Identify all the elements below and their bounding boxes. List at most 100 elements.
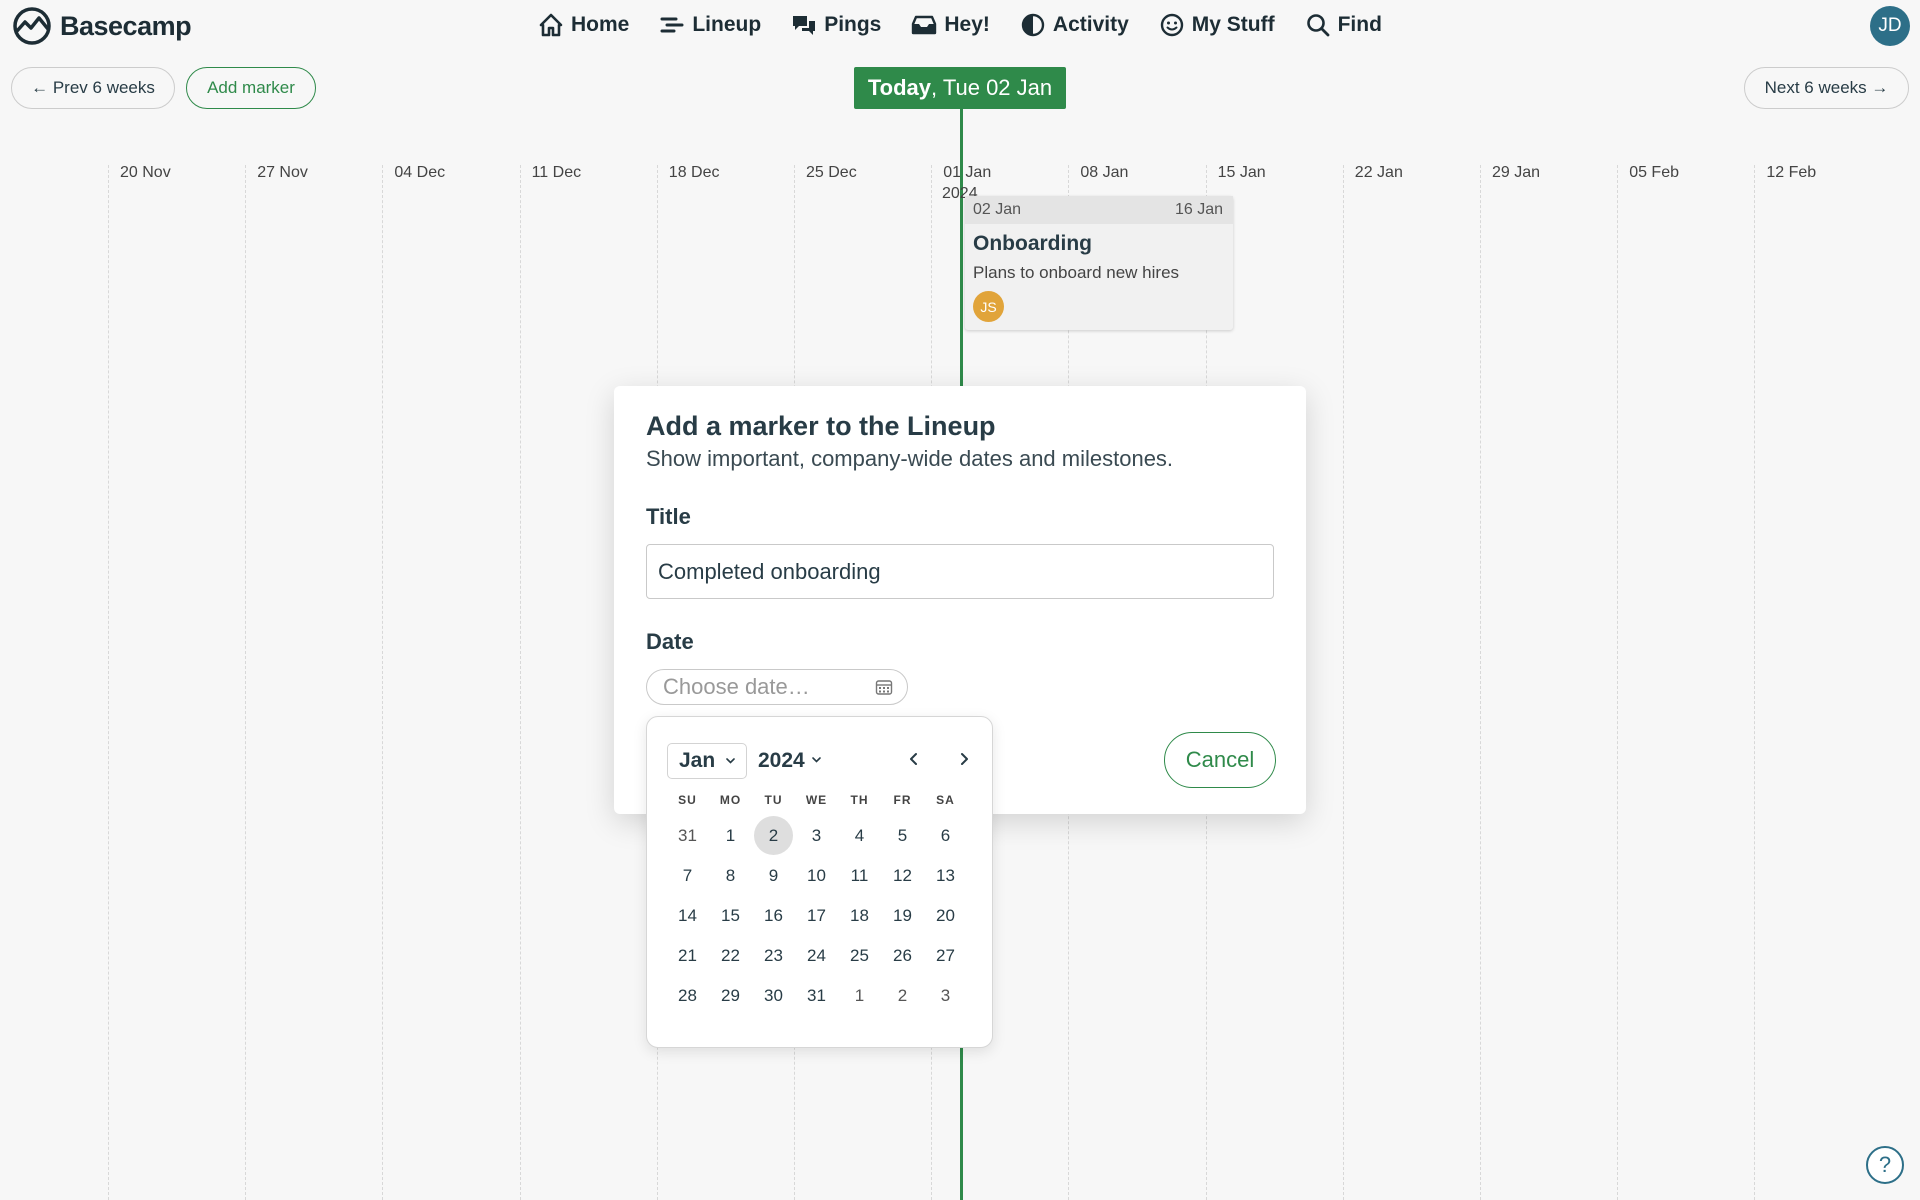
calendar-day[interactable]: 11 bbox=[838, 856, 881, 896]
calendar-day[interactable]: 29 bbox=[709, 976, 752, 1016]
calendar-day-number: 1 bbox=[725, 826, 736, 845]
nav-home[interactable]: Home bbox=[538, 12, 629, 38]
calendar-day-number: 23 bbox=[764, 946, 783, 965]
calendar-icon bbox=[875, 680, 893, 695]
calendar-day[interactable]: 1 bbox=[838, 976, 881, 1016]
calendar-day[interactable]: 25 bbox=[838, 936, 881, 976]
calendar-day[interactable]: 6 bbox=[924, 816, 967, 856]
calendar-day-number: 15 bbox=[721, 906, 740, 925]
hey-inbox-icon bbox=[912, 15, 937, 35]
calendar-day[interactable]: 2 bbox=[752, 816, 795, 856]
calendar-day[interactable]: 17 bbox=[795, 896, 838, 936]
title-input[interactable] bbox=[646, 544, 1274, 599]
weekday-label: WE bbox=[805, 793, 828, 807]
calendar-day[interactable]: 22 bbox=[709, 936, 752, 976]
calendar-day[interactable]: 27 bbox=[924, 936, 967, 976]
previous-month-button[interactable] bbox=[899, 744, 929, 774]
calendar-day[interactable]: 9 bbox=[752, 856, 795, 896]
calendar-day[interactable]: 28 bbox=[666, 976, 709, 1016]
next-month-button[interactable] bbox=[949, 744, 979, 774]
week-row: 28 29 30 31 1 2 3 bbox=[666, 976, 967, 1016]
nav-hey-label: Hey! bbox=[944, 13, 990, 36]
weekday-label: FR bbox=[893, 793, 912, 807]
calendar-day[interactable]: 2 bbox=[881, 976, 924, 1016]
calendar-day[interactable]: 10 bbox=[795, 856, 838, 896]
chevron-down-icon bbox=[726, 758, 735, 764]
nav-hey[interactable]: Hey! bbox=[911, 12, 990, 38]
calendar-day-number: 6 bbox=[940, 826, 951, 845]
calendar-day[interactable]: 13 bbox=[924, 856, 967, 896]
project-start-date: 02 Jan bbox=[973, 201, 1022, 218]
nav-lineup[interactable]: Lineup bbox=[659, 12, 761, 38]
week-gridline bbox=[1617, 165, 1619, 1200]
next-6-weeks-button[interactable]: Next 6 weeks → bbox=[1744, 67, 1909, 109]
calendar-day-number: 10 bbox=[807, 866, 826, 885]
calendar-day-number: 14 bbox=[678, 906, 697, 925]
calendar-day[interactable]: 3 bbox=[795, 816, 838, 856]
calendar-day-number: 11 bbox=[850, 866, 869, 885]
dialog-subtitle: Show important, company-wide dates and m… bbox=[646, 446, 1174, 471]
nav-lineup-label: Lineup bbox=[692, 13, 762, 36]
week-gridline bbox=[1754, 165, 1756, 1200]
calendar-day[interactable]: 15 bbox=[709, 896, 752, 936]
calendar-day-number: 31 bbox=[807, 986, 826, 1005]
calendar-day[interactable]: 8 bbox=[709, 856, 752, 896]
chevron-left-icon bbox=[910, 753, 917, 765]
calendar-day[interactable]: 3 bbox=[924, 976, 967, 1016]
week-gridline bbox=[245, 165, 247, 1200]
nav-find-label: Find bbox=[1337, 13, 1382, 36]
week-label: 05 Feb bbox=[1629, 164, 1679, 181]
project-card-onboarding[interactable]: 02 Jan 16 Jan Onboarding Plans to onboar… bbox=[965, 196, 1233, 330]
nav-my-stuff[interactable]: My Stuff bbox=[1159, 12, 1275, 38]
calendar-day[interactable]: 31 bbox=[666, 816, 709, 856]
help-button[interactable]: ? bbox=[1866, 1146, 1904, 1184]
calendar-day-number: 16 bbox=[764, 906, 783, 925]
nav-activity[interactable]: Activity bbox=[1020, 12, 1129, 38]
calendar-day-number: 2 bbox=[897, 986, 908, 1005]
add-marker-button[interactable]: Add marker bbox=[186, 67, 316, 109]
nav-activity-label: Activity bbox=[1052, 13, 1129, 36]
calendar-day[interactable]: 20 bbox=[924, 896, 967, 936]
chevron-right-icon bbox=[961, 753, 968, 765]
weekday-label: TH bbox=[850, 793, 869, 807]
calendar-day[interactable]: 24 bbox=[795, 936, 838, 976]
user-avatar[interactable]: JD bbox=[1870, 6, 1910, 46]
day-grid: 31 1 2 3 4 5 6 7 8 9 10 11 12 13 14 15 16 17 18 19 20 21 22 23 2… bbox=[666, 816, 967, 1016]
calendar-day-number: 13 bbox=[936, 866, 955, 885]
week-label: 04 Dec bbox=[394, 164, 446, 181]
calendar-day[interactable]: 5 bbox=[881, 816, 924, 856]
month-select[interactable]: Jan bbox=[667, 743, 747, 779]
calendar-day[interactable]: 31 bbox=[795, 976, 838, 1016]
today-date: , Tue 02 Jan bbox=[931, 75, 1053, 100]
calendar-day[interactable]: 30 bbox=[752, 976, 795, 1016]
calendar-day[interactable]: 7 bbox=[666, 856, 709, 896]
week-gridline bbox=[382, 165, 384, 1200]
nav-pings[interactable]: Pings bbox=[791, 12, 881, 38]
calendar-day[interactable]: 16 bbox=[752, 896, 795, 936]
calendar-day[interactable]: 14 bbox=[666, 896, 709, 936]
calendar-day[interactable]: 18 bbox=[838, 896, 881, 936]
prev-6-weeks-button[interactable]: ← Prev 6 weeks bbox=[11, 67, 175, 109]
calendar-day[interactable]: 26 bbox=[881, 936, 924, 976]
today-indicator: Today, Tue 02 Jan bbox=[854, 67, 1066, 109]
calendar-day-number: 29 bbox=[721, 986, 740, 1005]
calendar-day[interactable]: 23 bbox=[752, 936, 795, 976]
weekday-label: SU bbox=[678, 793, 697, 807]
calendar-day[interactable]: 12 bbox=[881, 856, 924, 896]
calendar-day-number: 9 bbox=[768, 866, 779, 885]
cancel-button[interactable]: Cancel bbox=[1164, 732, 1276, 788]
calendar-day[interactable]: 1 bbox=[709, 816, 752, 856]
smiley-icon bbox=[1160, 13, 1183, 37]
calendar-day[interactable]: 19 bbox=[881, 896, 924, 936]
calendar-day[interactable]: 4 bbox=[838, 816, 881, 856]
nav-find[interactable]: Find bbox=[1305, 12, 1382, 38]
week-row: 31 1 2 3 4 5 6 bbox=[666, 816, 967, 856]
calendar-day-number: 3 bbox=[940, 986, 951, 1005]
calendar-day-number: 25 bbox=[850, 946, 869, 965]
date-input[interactable]: Choose date… bbox=[646, 669, 908, 705]
basecamp-logo[interactable]: Basecamp bbox=[10, 7, 192, 45]
calendar-day[interactable]: 21 bbox=[666, 936, 709, 976]
week-label: 25 Dec bbox=[806, 164, 857, 181]
year-select[interactable]: 2024 bbox=[750, 743, 832, 779]
week-row: 14 15 16 17 18 19 20 bbox=[666, 896, 967, 936]
